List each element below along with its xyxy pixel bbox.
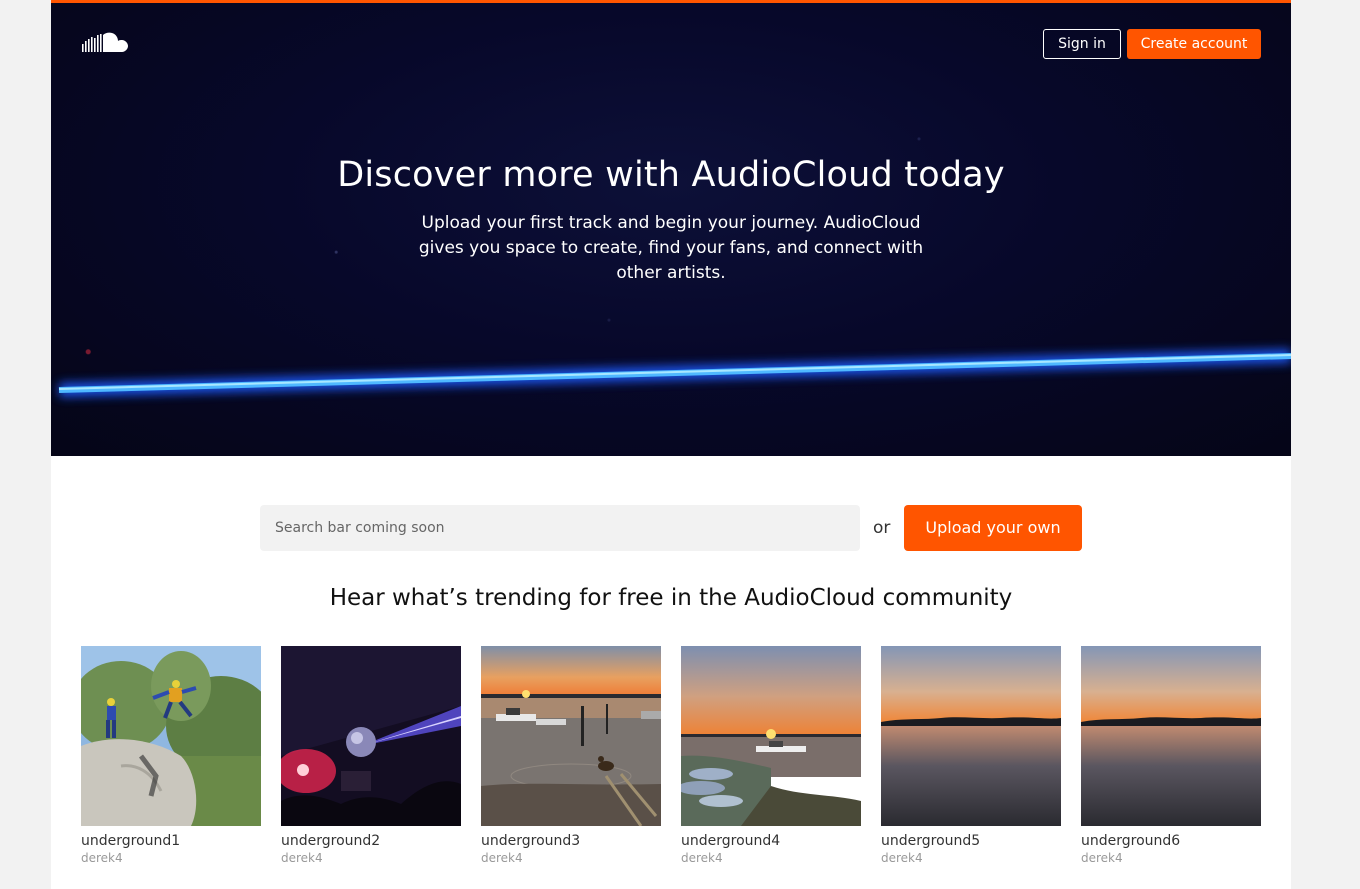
upload-your-own-button[interactable]: Upload your own bbox=[904, 505, 1082, 551]
track-artwork[interactable] bbox=[81, 646, 261, 826]
track-card[interactable]: underground2 derek4 bbox=[281, 646, 461, 865]
track-artwork[interactable] bbox=[1081, 646, 1261, 826]
search-input[interactable] bbox=[260, 505, 860, 551]
page: Sign in Create account Discover more wit… bbox=[51, 0, 1291, 889]
track-username[interactable]: derek4 bbox=[81, 851, 261, 865]
track-username[interactable]: derek4 bbox=[481, 851, 661, 865]
track-card[interactable]: underground5 derek4 bbox=[881, 646, 1061, 865]
trending-heading: Hear what’s trending for free in the Aud… bbox=[329, 585, 1013, 611]
track-title[interactable]: underground4 bbox=[681, 833, 861, 849]
track-artwork[interactable] bbox=[481, 646, 661, 826]
track-artwork[interactable] bbox=[881, 646, 1061, 826]
or-label: or bbox=[873, 518, 891, 538]
track-card[interactable]: underground6 derek4 bbox=[1081, 646, 1261, 865]
hero-subtitle: Upload your first track and begin your j… bbox=[418, 213, 924, 283]
sign-in-button[interactable]: Sign in bbox=[1043, 29, 1121, 59]
track-title[interactable]: underground3 bbox=[481, 833, 661, 849]
track-username[interactable]: derek4 bbox=[1081, 851, 1261, 865]
trending-tracks-grid: underground1 derek4 underground2 derek4 … bbox=[81, 646, 1261, 876]
track-card[interactable]: underground1 derek4 bbox=[81, 646, 261, 865]
hero-banner: Sign in Create account Discover more wit… bbox=[51, 3, 1291, 456]
soundcloud-cloud-icon[interactable] bbox=[82, 30, 128, 54]
track-card[interactable]: underground3 derek4 bbox=[481, 646, 661, 865]
track-artwork[interactable] bbox=[681, 646, 861, 826]
track-title[interactable]: underground1 bbox=[81, 833, 261, 849]
track-card[interactable]: underground4 derek4 bbox=[681, 646, 861, 865]
track-artwork[interactable] bbox=[281, 646, 461, 826]
track-title[interactable]: underground5 bbox=[881, 833, 1061, 849]
create-account-button[interactable]: Create account bbox=[1127, 29, 1261, 59]
track-username[interactable]: derek4 bbox=[681, 851, 861, 865]
track-title[interactable]: underground6 bbox=[1081, 833, 1261, 849]
hero-title: Discover more with AudioCloud today bbox=[337, 155, 1005, 195]
track-title[interactable]: underground2 bbox=[281, 833, 461, 849]
track-username[interactable]: derek4 bbox=[881, 851, 1061, 865]
track-username[interactable]: derek4 bbox=[281, 851, 461, 865]
